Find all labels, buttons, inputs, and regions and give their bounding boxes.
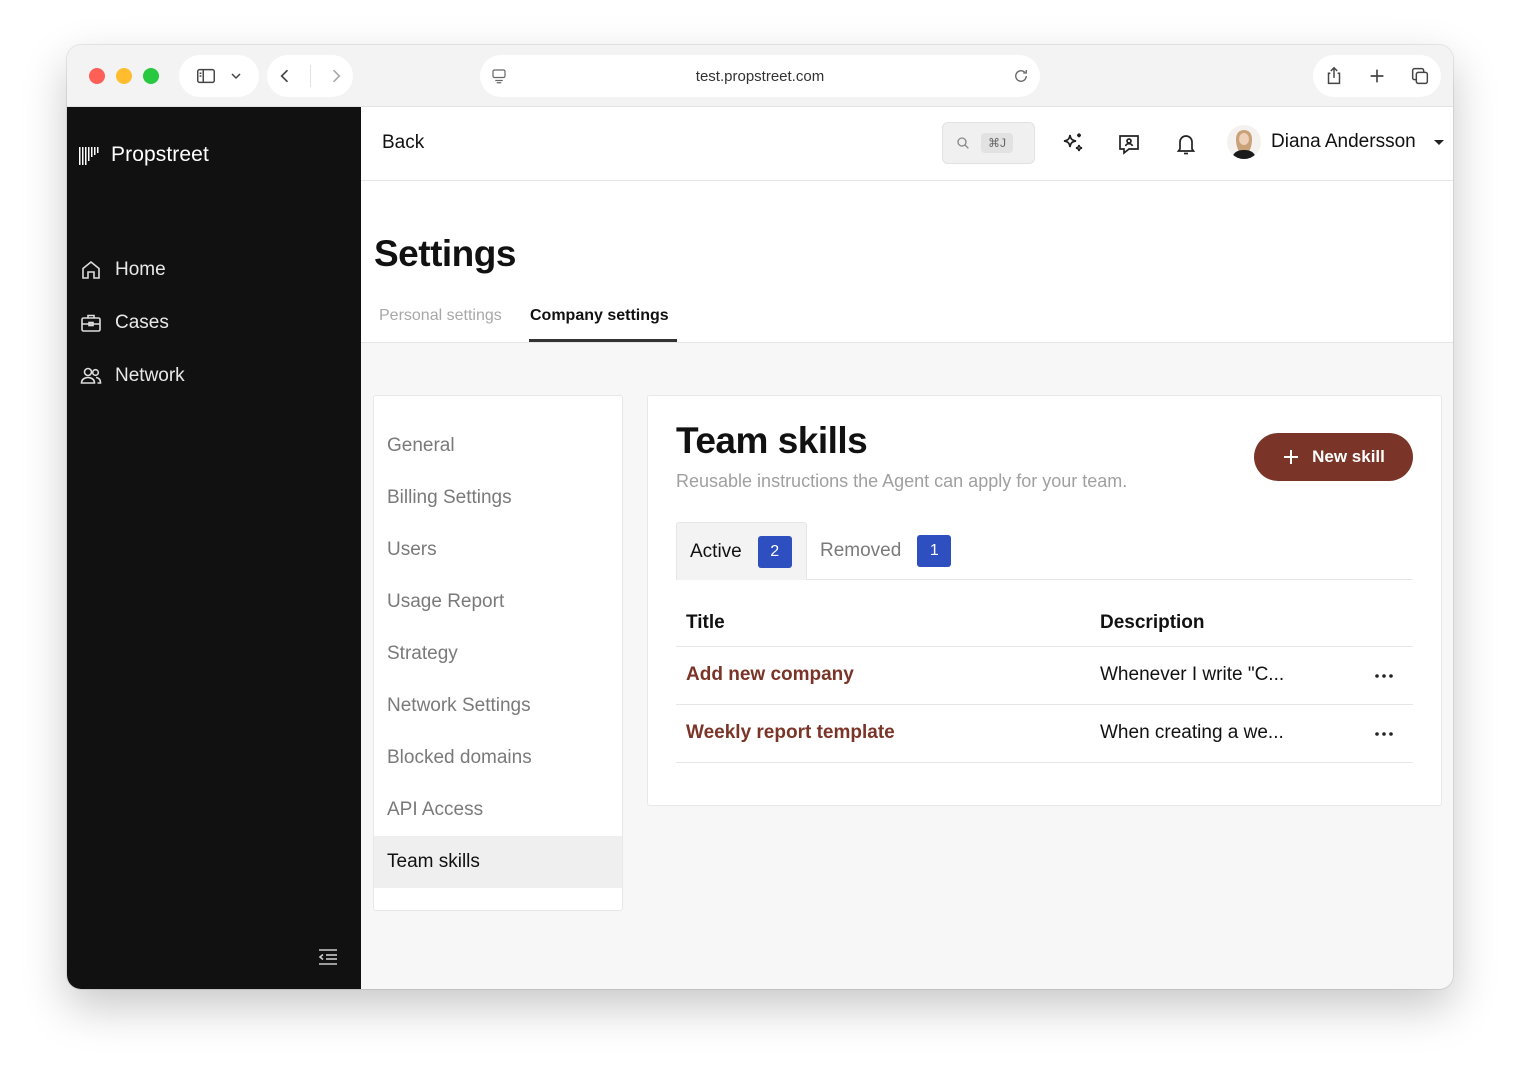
- briefcase-icon: [79, 311, 103, 335]
- skills-table: Title Description Add new company Whenev…: [676, 594, 1413, 763]
- nav-divider: [309, 65, 311, 87]
- avatar: [1227, 125, 1261, 159]
- sidebar-item-home[interactable]: Home: [79, 243, 185, 296]
- page-menu-icon[interactable]: [490, 67, 508, 85]
- sparkles-icon[interactable]: [1060, 131, 1086, 157]
- new-skill-label: New skill: [1312, 447, 1385, 466]
- users-icon: [79, 364, 103, 388]
- back-link[interactable]: Back: [382, 132, 424, 154]
- tab-personal-settings[interactable]: Personal settings: [379, 307, 502, 325]
- user-menu[interactable]: Diana Andersson: [1227, 125, 1446, 159]
- tab-removed[interactable]: Removed 1: [820, 522, 952, 580]
- settings-subnav: General Billing Settings Users Usage Rep…: [373, 395, 623, 911]
- more-options-icon[interactable]: [1372, 722, 1396, 746]
- close-window-button[interactable]: [89, 68, 105, 84]
- propstreet-logo-icon: [79, 143, 101, 167]
- new-tab-icon[interactable]: [1366, 65, 1388, 87]
- forward-arrow-icon[interactable]: [326, 66, 346, 86]
- subnav-item-general[interactable]: General: [374, 420, 622, 472]
- browser-actions-group: [1313, 55, 1441, 97]
- sidebar-item-label: Cases: [115, 311, 169, 333]
- subnav-item-network-settings[interactable]: Network Settings: [374, 680, 622, 732]
- skill-title-link[interactable]: Weekly report template: [686, 722, 895, 744]
- tab-overview-icon[interactable]: [1409, 65, 1431, 87]
- section-subtitle: Reusable instructions the Agent can appl…: [676, 471, 1128, 491]
- search-shortcut: ⌘J: [981, 133, 1013, 153]
- search-icon: [955, 135, 971, 151]
- subnav-item-team-skills[interactable]: Team skills: [374, 836, 622, 888]
- subnav-item-blocked-domains[interactable]: Blocked domains: [374, 732, 622, 784]
- skill-description: When creating a we...: [1100, 722, 1284, 743]
- skill-description: Whenever I write "C...: [1100, 664, 1285, 685]
- sidebar-item-cases[interactable]: Cases: [79, 296, 185, 349]
- collapse-sidebar-icon[interactable]: [315, 944, 341, 970]
- sidebar-nav: Home Cases Network: [79, 243, 185, 402]
- url-text[interactable]: test.propstreet.com: [696, 68, 824, 85]
- share-icon[interactable]: [1323, 65, 1345, 87]
- address-bar[interactable]: test.propstreet.com: [480, 55, 1040, 97]
- sidebar-item-network[interactable]: Network: [79, 349, 185, 402]
- tab-label: Removed: [820, 540, 902, 561]
- skill-title-link[interactable]: Add new company: [686, 664, 854, 686]
- active-tab-indicator: [529, 339, 677, 342]
- subnav-item-users[interactable]: Users: [374, 524, 622, 576]
- section-title: Team skills: [676, 420, 868, 461]
- table-header: Title Description: [676, 594, 1413, 647]
- top-bar: Back ⌘J Diana Andersson: [361, 107, 1453, 181]
- reload-icon[interactable]: [1012, 67, 1030, 85]
- search-button[interactable]: ⌘J: [942, 122, 1035, 164]
- new-skill-button[interactable]: New skill: [1254, 433, 1413, 481]
- browser-window: test.propstreet.com Propstreet Home Case…: [67, 45, 1453, 989]
- column-header-title[interactable]: Title: [686, 612, 725, 634]
- browser-toolbar: test.propstreet.com: [67, 45, 1453, 107]
- history-nav-group: [267, 55, 353, 97]
- sidebar-item-label: Network: [115, 364, 185, 386]
- sidebar-toggle-icon[interactable]: [195, 65, 217, 87]
- column-header-description[interactable]: Description: [1100, 612, 1205, 634]
- minimize-window-button[interactable]: [116, 68, 132, 84]
- user-name: Diana Andersson: [1271, 131, 1416, 152]
- zoom-window-button[interactable]: [143, 68, 159, 84]
- table-row[interactable]: Weekly report template When creating a w…: [676, 705, 1413, 763]
- table-row[interactable]: Add new company Whenever I write "C...: [676, 647, 1413, 705]
- back-arrow-icon[interactable]: [275, 66, 295, 86]
- page-title: Settings: [374, 233, 516, 274]
- skill-status-tabs: Active 2 Removed 1: [676, 522, 1413, 580]
- subnav-item-billing-settings[interactable]: Billing Settings: [374, 472, 622, 524]
- home-icon: [79, 258, 103, 282]
- chevron-down-icon: [1432, 135, 1446, 149]
- subnav-item-api-access[interactable]: API Access: [374, 784, 622, 836]
- sidebar-toggle-group: [179, 55, 259, 97]
- sidebar-item-label: Home: [115, 258, 166, 280]
- tab-label: Active: [690, 540, 742, 562]
- main-content: Back ⌘J Diana Andersson Settings Persona…: [361, 107, 1453, 989]
- more-options-icon[interactable]: [1372, 664, 1396, 688]
- count-badge: 2: [757, 535, 792, 568]
- team-skills-card: Team skills Reusable instructions the Ag…: [647, 395, 1442, 806]
- subnav-item-usage-report[interactable]: Usage Report: [374, 576, 622, 628]
- settings-header: Settings Personal settings Company setti…: [361, 181, 1453, 343]
- bell-icon[interactable]: [1173, 131, 1199, 157]
- app-sidebar: Propstreet Home Cases Network: [67, 107, 361, 989]
- brand-name: Propstreet: [111, 143, 209, 166]
- subnav-item-strategy[interactable]: Strategy: [374, 628, 622, 680]
- tab-active[interactable]: Active 2: [676, 522, 807, 580]
- chevron-down-icon[interactable]: [228, 68, 244, 84]
- tab-company-settings[interactable]: Company settings: [530, 307, 669, 325]
- count-badge: 1: [917, 535, 952, 567]
- brand-logo[interactable]: Propstreet: [79, 143, 209, 167]
- plus-icon: [1282, 448, 1300, 466]
- chat-icon[interactable]: [1116, 131, 1142, 157]
